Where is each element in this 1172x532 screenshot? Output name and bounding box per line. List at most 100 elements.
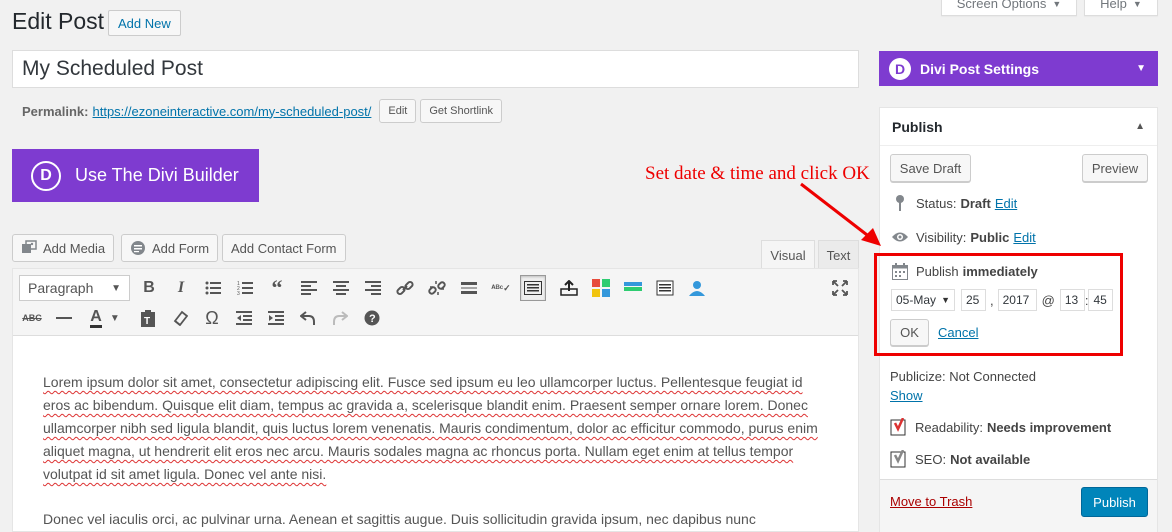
numbered-list-icon[interactable]: 123 [232,275,258,301]
bullet-list-icon[interactable] [200,275,226,301]
add-contact-form-label: Add Contact Form [231,240,337,256]
unlink-icon[interactable] [424,275,450,301]
undo-icon[interactable] [295,305,321,331]
content-paragraph: Donec vel iaculis orci, ac pulvinar urna… [43,511,756,527]
permalink-row: Permalink: https://ezoneinteractive.com/… [22,99,502,123]
publicize-status: Publicize: Not Connected [890,369,1036,384]
tabs-shortcode-icon[interactable] [652,275,678,301]
save-draft-button[interactable]: Save Draft [890,154,971,182]
yoast-readability-icon [890,418,908,436]
status-value: Draft [960,195,991,211]
align-right-icon[interactable] [360,275,386,301]
page-title: Edit Post [12,8,105,34]
publicize-row: Publicize: Not Connected [890,369,1036,384]
caret-down-icon: ▼ [1132,0,1142,9]
help-tab[interactable]: Help ▼ [1084,0,1158,16]
editor-content[interactable]: Lorem ipsum dolor sit amet, consectetur … [43,371,833,531]
layout-grid-icon[interactable] [588,275,614,301]
divi-logo-icon: D [31,160,61,191]
align-center-icon[interactable] [328,275,354,301]
content-paragraph: Lorem ipsum dolor sit amet, consectetur … [43,374,818,482]
annotation-arrow-icon [800,182,881,246]
post-title-input[interactable]: My Scheduled Post [12,50,859,88]
svg-text:T: T [144,316,150,327]
outdent-icon[interactable] [231,305,257,331]
visibility-value: Public [970,229,1010,245]
button-shortcode-icon[interactable] [620,275,646,301]
toolbar-toggle-icon[interactable] [520,275,546,301]
user-shortcode-icon[interactable] [684,275,710,301]
svg-text:?: ? [369,313,376,325]
visibility-edit-link[interactable]: Edit [1013,230,1035,245]
upload-icon[interactable] [556,275,582,301]
spellcheck-icon[interactable]: ᴬᴮᶜ✓ [488,275,514,301]
divi-post-settings-header[interactable]: D Divi Post Settings ▼ [879,51,1158,86]
align-left-icon[interactable] [296,275,322,301]
eye-icon [891,228,909,246]
indent-icon[interactable] [263,305,289,331]
paste-text-icon[interactable]: T [135,305,161,331]
add-form-button[interactable]: Add Form [121,234,219,262]
status-row: Status: Draft Edit [891,194,1017,212]
redo-icon[interactable] [327,305,353,331]
readability-value: Needs improvement [986,419,1112,435]
help-icon[interactable]: ? [359,305,385,331]
format-select-value: Paragraph [28,280,94,296]
permalink-label: Permalink: [22,103,89,119]
add-new-button[interactable]: Add New [108,10,181,36]
publish-box-header[interactable]: Publish ▲ [880,108,1157,146]
status-label: Status: [916,195,957,211]
fullscreen-icon[interactable] [827,275,853,301]
seo-value: Not available [950,451,1031,467]
seo-label: SEO: [915,451,947,467]
svg-text:3: 3 [237,291,240,295]
publish-button[interactable]: Publish [1081,487,1148,517]
divi-post-settings-label: Divi Post Settings [920,60,1040,77]
bold-icon[interactable]: B [136,275,162,301]
content-editor[interactable]: Paragraph ▼ B I 123 “ ᴬᴮᶜ✓ ABC A ▼ T Ω ? L… [12,268,859,532]
caret-up-icon[interactable]: ▲ [1135,121,1145,132]
help-label: Help [1100,0,1127,11]
clear-formatting-icon[interactable] [167,305,193,331]
seo-row: SEO: Not available [890,450,1030,468]
media-icon [21,240,37,256]
caret-down-icon[interactable]: ▼ [1136,63,1146,74]
permalink-edit-button[interactable]: Edit [379,99,417,123]
use-divi-builder-button[interactable]: D Use The Divi Builder [12,149,259,202]
editor-toolbar: Paragraph ▼ B I 123 “ ᴬᴮᶜ✓ ABC A ▼ T Ω ? [13,269,858,336]
link-icon[interactable] [392,275,418,301]
permalink-link[interactable]: https://ezoneinteractive.com/my-schedule… [92,104,371,119]
italic-icon[interactable]: I [168,275,194,301]
divi-logo-icon: D [889,57,911,80]
read-more-icon[interactable] [456,275,482,301]
move-to-trash-link[interactable]: Move to Trash [890,494,972,509]
add-media-label: Add Media [43,240,106,256]
readability-label: Readability: [915,419,983,435]
preview-button[interactable]: Preview [1082,154,1148,182]
publish-box-title: Publish [892,118,943,135]
horizontal-line-icon[interactable] [51,305,77,331]
format-select[interactable]: Paragraph ▼ [19,275,130,301]
screen-options-label: Screen Options [956,0,1047,11]
visibility-row: Visibility: Public Edit [891,228,1036,246]
readability-row: Readability: Needs improvement [890,418,1111,436]
add-form-label: Add Form [152,240,210,256]
publicize-show-link[interactable]: Show [890,388,923,403]
divi-builder-label: Use The Divi Builder [75,165,239,185]
strikethrough-icon[interactable]: ABC [19,305,45,331]
caret-down-icon: ▼ [1052,0,1062,9]
add-media-button[interactable]: Add Media [12,234,115,262]
add-contact-form-button[interactable]: Add Contact Form [222,234,346,262]
get-shortlink-button[interactable]: Get Shortlink [420,99,502,123]
status-edit-link[interactable]: Edit [995,196,1017,211]
blockquote-icon[interactable]: “ [264,275,290,301]
special-character-icon[interactable]: Ω [199,305,225,331]
form-icon [130,240,146,256]
annotation-highlight-box [874,253,1123,356]
screen-options-tab[interactable]: Screen Options ▼ [941,0,1077,16]
pin-icon [891,194,909,212]
caret-down-icon: ▼ [111,282,121,294]
yoast-seo-icon [890,450,908,468]
visibility-label: Visibility: [916,229,967,245]
text-color-icon[interactable]: A ▼ [83,305,127,331]
